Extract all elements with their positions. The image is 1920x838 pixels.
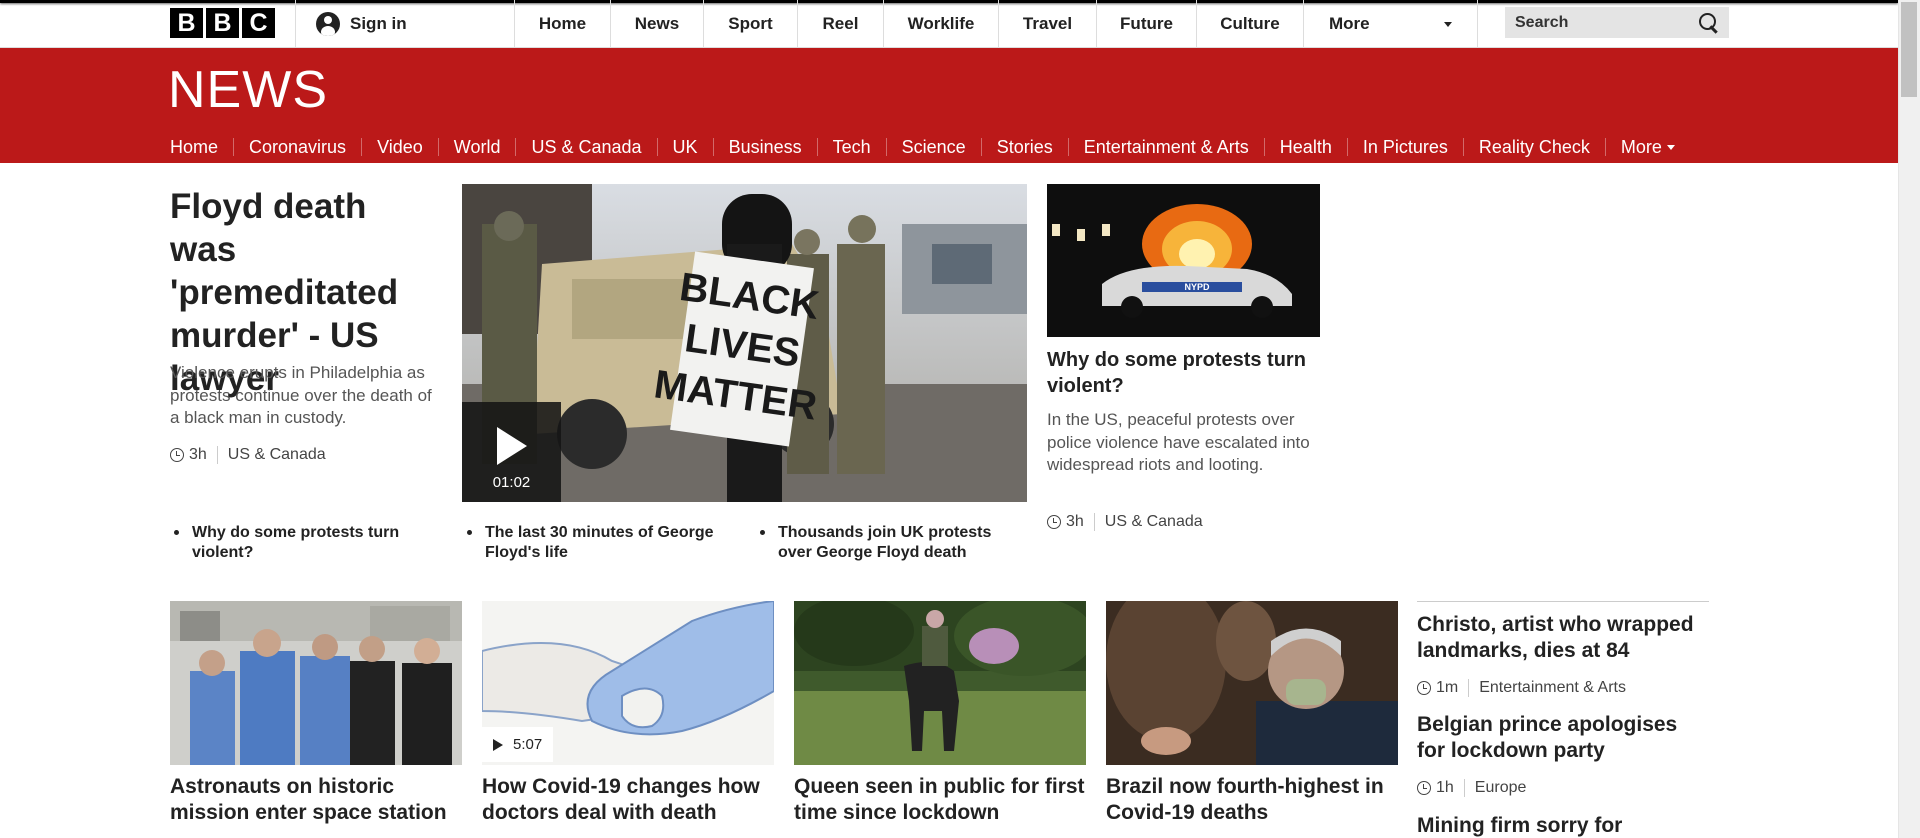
news-nav: Home Coronavirus Video World US & Canada… — [170, 129, 1690, 172]
lead-time: 3h — [189, 446, 218, 464]
chevron-down-icon — [1444, 21, 1452, 27]
side-story-meta: 3h US & Canada — [1047, 513, 1203, 531]
news-header: NEWS Home Coronavirus Video World US & C… — [0, 48, 1898, 172]
right-list-time: 1m — [1436, 679, 1470, 697]
right-list-section-link[interactable]: Entertainment & Arts — [1479, 679, 1626, 697]
video-duration: 01:02 — [492, 474, 531, 491]
bbc-logo-letter: B — [206, 8, 239, 38]
masthead-nav-culture[interactable]: Culture — [1197, 0, 1304, 48]
bbc-masthead: B B C Sign in Home News Sport Reel Workl… — [0, 0, 1898, 48]
chevron-down-icon — [1666, 144, 1675, 150]
right-list-meta: 1m Entertainment & Arts — [1417, 679, 1626, 697]
clock-icon — [1417, 781, 1431, 795]
card-headline[interactable]: Queen seen in public for first time sinc… — [794, 774, 1086, 826]
clock-icon — [1417, 681, 1431, 695]
card-headline[interactable]: Astronauts on historic mission enter spa… — [170, 774, 462, 826]
bbc-logo[interactable]: B B C — [170, 8, 275, 38]
right-list-section-link[interactable]: Europe — [1475, 779, 1527, 797]
masthead-nav-sport[interactable]: Sport — [704, 0, 798, 48]
news-nav-health[interactable]: Health — [1265, 138, 1348, 156]
lead-section-link[interactable]: US & Canada — [228, 446, 326, 464]
related-link[interactable]: Thousands join UK protests over George F… — [756, 523, 1011, 563]
play-icon — [497, 427, 527, 465]
news-nav-in-pictures[interactable]: In Pictures — [1348, 138, 1464, 156]
news-nav-home[interactable]: Home — [170, 138, 235, 172]
search-input[interactable]: Search — [1515, 14, 1699, 32]
card-image[interactable] — [170, 601, 462, 765]
queen-horse-photo — [794, 601, 1086, 765]
masthead-more-label: More — [1329, 14, 1370, 33]
news-nav-video[interactable]: Video — [362, 138, 439, 156]
masthead-nav-travel[interactable]: Travel — [999, 0, 1097, 48]
side-story-time: 3h — [1066, 513, 1095, 531]
masthead-nav-news[interactable]: News — [611, 0, 704, 48]
news-nav-science[interactable]: Science — [887, 138, 982, 156]
news-nav-us-canada[interactable]: US & Canada — [516, 138, 658, 156]
right-list-meta: 1h Europe — [1417, 779, 1526, 797]
news-nav-tech[interactable]: Tech — [818, 138, 887, 156]
news-nav-business[interactable]: Business — [714, 138, 818, 156]
bbc-logo-letter: B — [170, 8, 203, 38]
side-story-headline[interactable]: Why do some protests turn violent? — [1047, 347, 1322, 399]
scrollbar[interactable] — [1898, 0, 1920, 838]
card-image[interactable] — [1106, 601, 1398, 765]
video-play-button[interactable]: 01:02 — [462, 402, 561, 502]
lead-summary: Violence erupts in Philadelphia as prote… — [170, 363, 432, 427]
video-duration-badge[interactable]: 5:07 — [481, 727, 553, 762]
news-more-label: More — [1620, 137, 1662, 157]
video-duration: 5:07 — [513, 736, 543, 753]
right-list-headline[interactable]: Belgian prince apologises for lockdown p… — [1417, 712, 1709, 764]
news-nav-reality-check[interactable]: Reality Check — [1464, 138, 1606, 156]
sign-in-link[interactable]: Sign in — [295, 0, 515, 48]
clock-icon — [170, 448, 184, 462]
news-nav-more[interactable]: More — [1606, 138, 1690, 156]
clock-icon — [1047, 515, 1061, 529]
brazil-mask-photo — [1106, 601, 1398, 765]
burning-car-photo: NYPD — [1047, 184, 1320, 337]
sign-in-label: Sign in — [350, 14, 407, 33]
masthead-nav: Home News Sport Reel Worklife Travel Fut… — [514, 0, 1478, 48]
card-image[interactable] — [794, 601, 1086, 765]
bbc-logo-letter: C — [242, 8, 275, 38]
lead-meta: 3h US & Canada — [170, 446, 326, 464]
news-nav-uk[interactable]: UK — [658, 138, 714, 156]
search-box[interactable]: Search — [1505, 7, 1729, 38]
side-story-section-link[interactable]: US & Canada — [1105, 513, 1203, 531]
news-logo[interactable]: NEWS — [168, 60, 328, 120]
side-story-image[interactable]: NYPD — [1047, 184, 1320, 337]
masthead-nav-reel[interactable]: Reel — [798, 0, 884, 48]
related-link[interactable]: Why do some protests turn violent? — [170, 523, 425, 563]
masthead-nav-future[interactable]: Future — [1097, 0, 1197, 48]
account-icon — [316, 12, 340, 36]
side-story-summary: In the US, peaceful protests over police… — [1047, 410, 1310, 474]
card-headline[interactable]: Brazil now fourth-highest in Covid-19 de… — [1106, 774, 1398, 826]
right-list-headline[interactable]: Christo, artist who wrapped landmarks, d… — [1417, 612, 1709, 664]
search-icon[interactable] — [1699, 12, 1719, 33]
masthead-nav-more[interactable]: More — [1304, 0, 1478, 48]
right-list-headline[interactable]: Mining firm sorry for — [1417, 813, 1709, 838]
nypd-text: NYPD — [1184, 282, 1210, 292]
right-column-divider — [1417, 601, 1709, 602]
related-link[interactable]: The last 30 minutes of George Floyd's li… — [463, 523, 718, 563]
masthead-nav-home[interactable]: Home — [515, 0, 611, 48]
astronauts-photo — [170, 601, 462, 765]
masthead-nav-worklife[interactable]: Worklife — [884, 0, 999, 48]
news-nav-coronavirus[interactable]: Coronavirus — [234, 138, 363, 156]
play-icon — [493, 738, 503, 751]
card-headline[interactable]: How Covid-19 changes how doctors deal wi… — [482, 774, 774, 826]
scrollbar-thumb[interactable] — [1901, 2, 1917, 97]
news-nav-entertainment-arts[interactable]: Entertainment & Arts — [1069, 138, 1265, 156]
news-nav-world[interactable]: World — [439, 138, 517, 156]
right-list-time: 1h — [1436, 779, 1465, 797]
news-nav-stories[interactable]: Stories — [982, 138, 1069, 156]
